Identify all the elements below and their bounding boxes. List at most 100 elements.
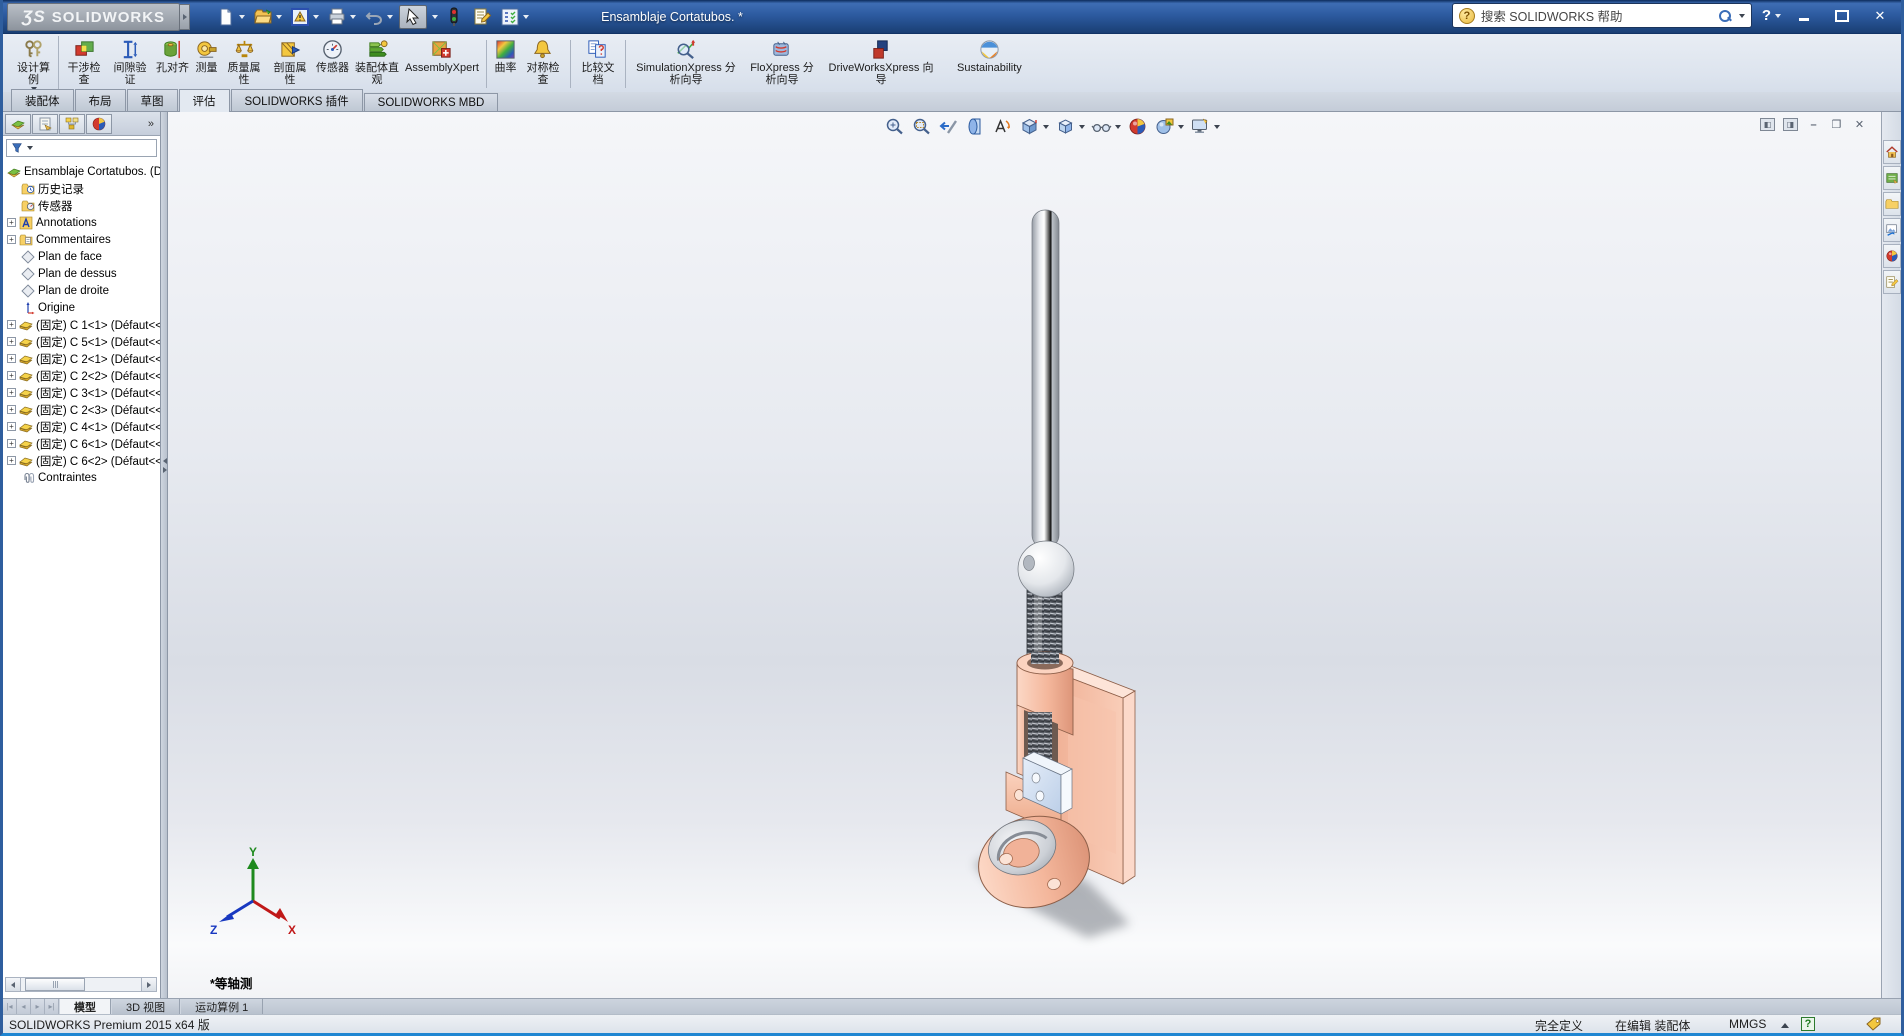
maximize-button[interactable]	[1829, 7, 1855, 25]
expand-plus-icon[interactable]: +	[7, 422, 16, 431]
expand-plus-icon[interactable]: +	[7, 439, 16, 448]
tree-item-annotations[interactable]: + Annotations	[3, 214, 160, 231]
scrollbar-thumb[interactable]	[25, 978, 85, 991]
tree-item-history[interactable]: 历史记录	[3, 180, 160, 197]
tab-configuration-manager[interactable]	[59, 114, 85, 134]
appearances-tab[interactable]	[1883, 244, 1901, 268]
tree-item-component[interactable]: + (固定) C 2<2> (Défaut<<	[3, 367, 160, 384]
ribbon-button-curvature[interactable]: 曲率	[491, 36, 520, 92]
tab-layout[interactable]: 布局	[75, 89, 126, 111]
tab-assembly[interactable]: 装配体	[11, 89, 74, 111]
ribbon-button-section-properties[interactable]: 剖面属性	[267, 36, 313, 92]
tags-button[interactable]	[1865, 1016, 1883, 1032]
tab-solidworks-addins[interactable]: SOLIDWORKS 插件	[231, 89, 363, 111]
dropdown-arrow-icon[interactable]	[523, 15, 529, 19]
tree-item-origin[interactable]: Origine	[3, 299, 160, 316]
scroll-left-button[interactable]	[6, 978, 21, 991]
search-dropdown-arrow-icon[interactable]	[1739, 14, 1745, 18]
tab-solidworks-mbd[interactable]: SOLIDWORKS MBD	[364, 93, 499, 111]
help-search-box[interactable]: ? 搜索 SOLIDWORKS 帮助	[1452, 3, 1752, 28]
tree-item-mates[interactable]: Contraintes	[3, 469, 160, 486]
prev-tab-button[interactable]: ◂	[17, 999, 31, 1014]
first-tab-button[interactable]: |◂	[3, 999, 17, 1014]
tree-item-component[interactable]: + (固定) C 1<1> (Défaut<<	[3, 316, 160, 333]
model-pipe-cutter[interactable]	[168, 112, 1881, 998]
tree-item-root[interactable]: Ensamblaje Cortatubos. (Dé	[3, 163, 160, 180]
tree-item-component[interactable]: + (固定) C 4<1> (Défaut<<	[3, 418, 160, 435]
search-icon[interactable]	[1718, 9, 1732, 23]
tree-item-component[interactable]: + (固定) C 6<2> (Défaut<<	[3, 452, 160, 469]
units-dropdown-arrow-icon[interactable]	[1781, 1023, 1789, 1028]
dropdown-arrow-icon[interactable]	[27, 146, 33, 150]
tree-item-right-plane[interactable]: Plan de droite	[3, 282, 160, 299]
undo-button[interactable]	[362, 5, 395, 29]
select-tool-button[interactable]	[399, 5, 427, 29]
panel-expand-chevron[interactable]: »	[148, 118, 158, 130]
graphics-viewport[interactable]: ◧ ◨ – ❐ ✕	[168, 112, 1881, 998]
tree-item-component[interactable]: + (固定) C 5<1> (Défaut<<	[3, 333, 160, 350]
units-selector[interactable]: MMGS	[1729, 1017, 1766, 1031]
tree-horizontal-scrollbar[interactable]	[5, 977, 157, 992]
splitter-grip[interactable]	[161, 452, 168, 478]
dropdown-arrow-icon[interactable]	[239, 15, 245, 19]
expand-plus-icon[interactable]: +	[7, 235, 16, 244]
search-input[interactable]: 搜索 SOLIDWORKS 帮助	[1481, 6, 1712, 25]
expand-plus-icon[interactable]: +	[7, 354, 16, 363]
dropdown-arrow-icon[interactable]	[387, 15, 393, 19]
publish-button[interactable]	[288, 5, 321, 29]
ribbon-button-sustainability[interactable]: Sustainability	[954, 36, 1025, 92]
tab-sketch[interactable]: 草图	[127, 89, 178, 111]
dropdown-arrow-icon[interactable]	[350, 15, 356, 19]
tree-item-comments[interactable]: + Commentaires	[3, 231, 160, 248]
ribbon-button-sensor[interactable]: 传感器	[313, 36, 352, 92]
ribbon-button-simulationxpress[interactable]: SimulationXpress 分析向导	[630, 36, 742, 92]
properties-button[interactable]	[470, 5, 494, 29]
ribbon-button-interference-check[interactable]: 干涉检查	[61, 36, 107, 92]
tree-item-component[interactable]: + (固定) C 6<1> (Défaut<<	[3, 435, 160, 452]
tab-model[interactable]: 模型	[59, 999, 111, 1014]
ribbon-button-driveworksxpress[interactable]: DriveWorksXpress 向导	[822, 36, 940, 92]
tab-display-manager[interactable]	[86, 114, 112, 134]
ribbon-button-compare-documents[interactable]: 比较文档	[575, 36, 621, 92]
tab-property-manager[interactable]	[32, 114, 58, 134]
solidworks-menu-button[interactable]: ƷS SOLIDWORKS	[7, 3, 180, 31]
tree-item-component[interactable]: + (固定) C 2<3> (Défaut<<	[3, 401, 160, 418]
design-library-tab[interactable]	[1883, 166, 1901, 190]
ribbon-button-mass-properties[interactable]: 质量属性	[221, 36, 267, 92]
expand-plus-icon[interactable]: +	[7, 456, 16, 465]
ribbon-button-clearance-verify[interactable]: 间隙验证	[107, 36, 153, 92]
help-button[interactable]: ?	[1762, 7, 1781, 24]
print-button[interactable]	[325, 5, 358, 29]
ribbon-button-assembly-visualization[interactable]: 装配体直观	[352, 36, 402, 92]
last-tab-button[interactable]: ▸|	[45, 999, 59, 1014]
tree-item-top-plane[interactable]: Plan de dessus	[3, 265, 160, 282]
tree-item-component[interactable]: + (固定) C 2<1> (Défaut<<	[3, 350, 160, 367]
design-study-button[interactable]: 设计算例	[9, 36, 59, 92]
tree-filter[interactable]	[6, 139, 157, 157]
menu-expand-arrow[interactable]	[180, 4, 190, 30]
tab-motion-study[interactable]: 运动算例 1	[180, 999, 263, 1014]
custom-properties-tab[interactable]	[1883, 270, 1901, 294]
resources-tab[interactable]	[1883, 140, 1901, 164]
expand-plus-icon[interactable]: +	[7, 218, 16, 227]
tree-item-sensors[interactable]: 传感器	[3, 197, 160, 214]
open-document-button[interactable]	[251, 5, 284, 29]
options-button[interactable]	[498, 5, 531, 29]
ribbon-button-hole-alignment[interactable]: 孔对齐	[153, 36, 192, 92]
ribbon-button-measure[interactable]: 测量	[192, 36, 221, 92]
new-document-button[interactable]	[214, 5, 247, 29]
minimize-button[interactable]	[1791, 7, 1817, 25]
tab-evaluate[interactable]: 评估	[179, 89, 230, 112]
quick-tips-button[interactable]: ?	[1801, 1017, 1815, 1031]
expand-plus-icon[interactable]: +	[7, 371, 16, 380]
interrupt-button[interactable]	[442, 5, 466, 29]
tree-item-front-plane[interactable]: Plan de face	[3, 248, 160, 265]
ribbon-button-floxpress[interactable]: FloXpress 分析向导	[742, 36, 822, 92]
scroll-right-button[interactable]	[141, 978, 156, 991]
tab-3d-views[interactable]: 3D 视图	[111, 999, 180, 1014]
dropdown-arrow-icon[interactable]	[432, 15, 438, 19]
tree-item-component[interactable]: + (固定) C 3<1> (Défaut<<	[3, 384, 160, 401]
panel-splitter[interactable]	[161, 112, 168, 998]
view-palette-tab[interactable]	[1883, 218, 1901, 242]
ribbon-button-assemblyxpert[interactable]: AssemblyXpert	[402, 36, 482, 92]
